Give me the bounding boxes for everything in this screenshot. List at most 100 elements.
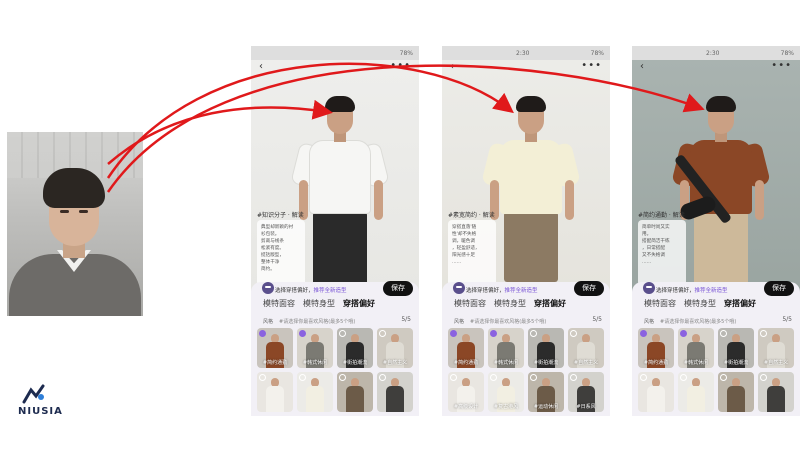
- unchecked-icon[interactable]: [570, 330, 577, 337]
- unchecked-icon[interactable]: [450, 374, 457, 381]
- tab-model-face[interactable]: 模特面容: [454, 299, 486, 308]
- tab-style-preference[interactable]: 穿搭偏好: [343, 299, 375, 308]
- tab-style-preference[interactable]: 穿搭偏好: [534, 299, 566, 308]
- assistant-robot-icon: [262, 282, 274, 294]
- unchecked-icon[interactable]: [760, 330, 767, 337]
- style-option-tile[interactable]: #简约通勤: [638, 328, 674, 368]
- style-option-tile[interactable]: #简约通勤: [257, 328, 293, 368]
- style-tag: #简约通勤 · 解读: [638, 212, 685, 219]
- selection-count: 5/5: [401, 316, 411, 323]
- style-tag: #素宽简约 · 解读: [448, 212, 495, 219]
- back-arrow-icon[interactable]: ‹: [259, 61, 263, 72]
- style-option-tile[interactable]: [678, 372, 714, 412]
- style-option-tile[interactable]: #街拍潮流: [718, 328, 754, 368]
- style-option-tile[interactable]: [638, 372, 674, 412]
- assistant-robot-icon: [643, 282, 655, 294]
- unchecked-icon[interactable]: [720, 330, 727, 337]
- description-line: 阳光感十足: [452, 253, 475, 258]
- tab-style-preference[interactable]: 穿搭偏好: [724, 299, 756, 308]
- save-button[interactable]: 保存: [574, 281, 604, 296]
- style-option-tile[interactable]: #韩式休闲: [297, 328, 333, 368]
- unchecked-icon[interactable]: [339, 330, 346, 337]
- more-options-icon[interactable]: •••: [390, 60, 411, 71]
- style-tag: #知识分子 · 解读: [257, 212, 304, 219]
- style-option-grid: #简约通勤 #韩式休闲 #街拍潮流 #自然主义: [638, 328, 794, 416]
- unchecked-icon[interactable]: [339, 374, 346, 381]
- style-option-tile[interactable]: #街拍潮流: [337, 328, 373, 368]
- checked-icon[interactable]: [680, 330, 687, 337]
- style-option-tile[interactable]: #自然主义: [758, 328, 794, 368]
- selfie-eye: [79, 210, 88, 213]
- save-button[interactable]: 保存: [764, 281, 794, 296]
- style-description-card: 简单时尚又实 用。 搭配简洁干练 ，日常搭配 又不失格调 ……: [638, 220, 686, 286]
- unchecked-icon[interactable]: [640, 374, 647, 381]
- style-option-label: #高级设计: [453, 404, 479, 410]
- tab-model-body[interactable]: 模特身型: [684, 299, 716, 308]
- style-option-tile[interactable]: [297, 372, 333, 412]
- unchecked-icon[interactable]: [570, 374, 577, 381]
- assistant-hint-highlight: 推荐全新造型: [694, 288, 728, 294]
- brand-name: NIUSIA: [18, 406, 63, 417]
- unchecked-icon[interactable]: [530, 330, 537, 337]
- style-option-tile[interactable]: #复古港风: [488, 372, 524, 412]
- unchecked-icon[interactable]: [760, 374, 767, 381]
- description-line: ……: [452, 260, 462, 265]
- back-arrow-icon[interactable]: ‹: [450, 61, 454, 72]
- more-options-icon[interactable]: •••: [771, 60, 792, 71]
- style-option-tile[interactable]: #自然主义: [568, 328, 604, 368]
- style-option-label: #自然主义: [382, 360, 408, 366]
- style-option-tile[interactable]: [758, 372, 794, 412]
- style-option-tile[interactable]: #运动休闲: [528, 372, 564, 412]
- unchecked-icon[interactable]: [530, 374, 537, 381]
- style-option-tile[interactable]: #韩式休闲: [488, 328, 524, 368]
- style-description-card: 典型却新颖的衬 衫包装。 剪裁与线条 松紧有度。 挺括版型， 整体干净 简约。: [257, 220, 305, 286]
- model-arm: [565, 180, 574, 220]
- style-option-grid: #简约通勤 #韩式休闲 #街拍潮流 #自然主义 #高级设计 #复古港风 #运动休…: [448, 328, 604, 416]
- tab-model-face[interactable]: 模特面容: [263, 299, 295, 308]
- back-arrow-icon[interactable]: ‹: [640, 61, 644, 72]
- checked-icon[interactable]: [299, 330, 306, 337]
- style-option-tile[interactable]: #街拍潮流: [528, 328, 564, 368]
- assistant-hint-highlight: 推荐全新造型: [313, 288, 347, 294]
- style-option-tile[interactable]: #简约通勤: [448, 328, 484, 368]
- unchecked-icon[interactable]: [680, 374, 687, 381]
- checked-icon[interactable]: [450, 330, 457, 337]
- style-option-tile[interactable]: [718, 372, 754, 412]
- checked-icon[interactable]: [640, 330, 647, 337]
- unchecked-icon[interactable]: [490, 374, 497, 381]
- stage: NIUSIA 78% ‹ ••• #知识分子 · 解读 典型却新颖的衬 衫包装。剪…: [0, 0, 800, 463]
- description-line: 剪裁与线条: [261, 239, 284, 244]
- phone-screen-1: 78% ‹ ••• #知识分子 · 解读 典型却新颖的衬 衫包装。 剪裁与线条 松紧有…: [251, 46, 419, 416]
- unchecked-icon[interactable]: [259, 374, 266, 381]
- checked-icon[interactable]: [259, 330, 266, 337]
- style-option-tile[interactable]: #高级设计: [448, 372, 484, 412]
- style-option-tile[interactable]: #日系风: [568, 372, 604, 412]
- style-option-label: #街拍潮流: [342, 360, 368, 366]
- style-option-tile[interactable]: [337, 372, 373, 412]
- style-hint-text: #请选择你最喜欢风格(最多5个哦): [660, 319, 737, 325]
- tab-model-body[interactable]: 模特身型: [303, 299, 335, 308]
- description-line: 整体干净: [261, 260, 280, 265]
- unchecked-icon[interactable]: [379, 330, 386, 337]
- tab-model-body[interactable]: 模特身型: [494, 299, 526, 308]
- assistant-hint-highlight: 推荐全新造型: [504, 288, 538, 294]
- save-button[interactable]: 保存: [383, 281, 413, 296]
- more-options-icon[interactable]: •••: [581, 60, 602, 71]
- style-option-label: #简约通勤: [262, 360, 288, 366]
- style-option-tile[interactable]: #韩式休闲: [678, 328, 714, 368]
- style-option-tile[interactable]: [257, 372, 293, 412]
- style-hint-text: #请选择你最喜欢风格(最多5个哦): [279, 319, 356, 325]
- model-pants: [504, 212, 558, 282]
- style-hint: 风格 #请选择你最喜欢风格(最多5个哦): [454, 318, 546, 325]
- assistant-hint-text: 选择穿搭偏好，: [466, 288, 505, 294]
- style-option-tile[interactable]: [377, 372, 413, 412]
- tab-model-face[interactable]: 模特面容: [644, 299, 676, 308]
- checked-icon[interactable]: [490, 330, 497, 337]
- unchecked-icon[interactable]: [379, 374, 386, 381]
- unchecked-icon[interactable]: [720, 374, 727, 381]
- model-hair: [516, 96, 546, 112]
- input-selfie-photo: [7, 132, 143, 316]
- unchecked-icon[interactable]: [299, 374, 306, 381]
- tile-model-outfit: [386, 386, 404, 412]
- style-option-tile[interactable]: #自然主义: [377, 328, 413, 368]
